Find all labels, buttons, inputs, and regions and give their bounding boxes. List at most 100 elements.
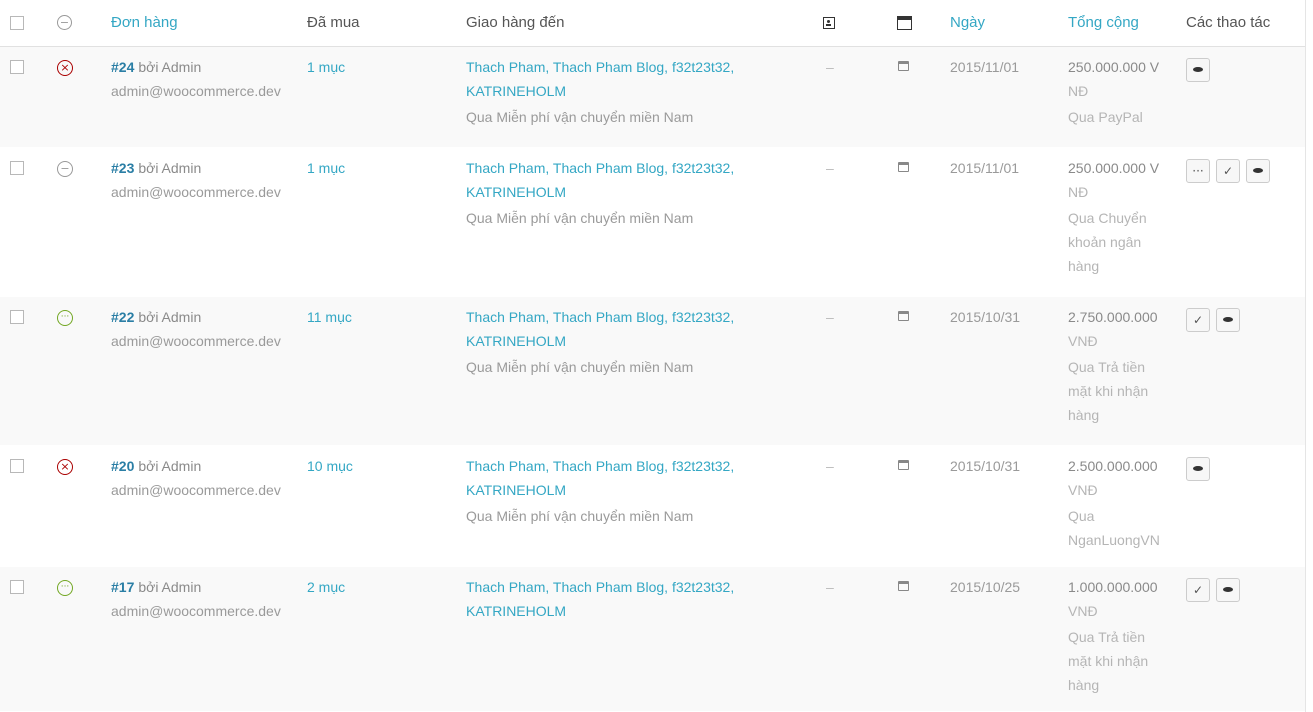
row-checkbox[interactable]: [10, 60, 24, 74]
row-checkbox[interactable]: [10, 580, 24, 594]
order-by: bởi Admin: [138, 579, 202, 595]
view-order-button[interactable]: [1186, 457, 1210, 481]
complete-order-button[interactable]: ✓: [1186, 308, 1210, 332]
eye-icon: [1193, 466, 1203, 471]
ship-address-line1[interactable]: Thach Pham, Thach Pham Blog, f32t23t32,: [466, 305, 734, 329]
shipping-method: Qua Miễn phí vận chuyển miền Nam: [466, 109, 694, 125]
eye-icon: [1193, 67, 1203, 72]
customer-email[interactable]: admin@woocommerce.dev: [111, 79, 281, 103]
customer-message-icon: [823, 17, 835, 29]
order-by: bởi Admin: [138, 309, 202, 325]
order-link[interactable]: #23: [111, 160, 134, 176]
header-order[interactable]: Đơn hàng: [111, 14, 178, 31]
table-row[interactable]: × #24 bởi Admin admin@woocommerce.dev 1 mục T…: [0, 47, 1305, 148]
customer-email[interactable]: admin@woocommerce.dev: [111, 478, 281, 502]
order-note-icon: [898, 311, 909, 321]
payment-method: hàng: [1068, 677, 1100, 693]
shipping-method: Qua Miễn phí vận chuyển miền Nam: [466, 359, 694, 375]
table-row[interactable]: × #20 bởi Admin admin@woocommerce.dev 10 mục…: [0, 446, 1305, 567]
order-by: bởi Admin: [138, 458, 202, 474]
row-checkbox[interactable]: [10, 161, 24, 175]
processing-order-button[interactable]: ···: [1186, 159, 1210, 183]
order-date: 2015/11/01: [950, 160, 1020, 176]
order-date: 2015/10/31: [950, 309, 1021, 325]
order-note-icon: [898, 460, 909, 470]
orders-table: − Đơn hàng Đã mua Giao hàng đến Ngày Tổn…: [0, 0, 1306, 712]
view-order-button[interactable]: [1216, 308, 1240, 332]
view-order-button[interactable]: [1216, 578, 1240, 602]
customer-email[interactable]: admin@woocommerce.dev: [111, 599, 281, 623]
payment-method: hàng: [1068, 407, 1100, 423]
ship-address-line1[interactable]: Thach Pham, Thach Pham Blog, f32t23t32,: [466, 156, 734, 180]
customer-email[interactable]: admin@woocommerce.dev: [111, 180, 281, 204]
cancelled-status-icon: ×: [57, 459, 73, 475]
check-icon: ✓: [1192, 583, 1204, 597]
header-total[interactable]: Tổng cộng: [1068, 14, 1139, 31]
ship-address-line1[interactable]: Thach Pham, Thach Pham Blog, f32t23t32,: [466, 575, 734, 599]
order-by: bởi Admin: [138, 59, 202, 75]
payment-method: Qua Trả tiền: [1068, 629, 1146, 645]
select-all-checkbox[interactable]: [10, 16, 24, 30]
processing-status-icon: ···: [57, 310, 73, 326]
order-date: 2015/10/25: [950, 579, 1021, 595]
header-date[interactable]: Ngày: [950, 14, 985, 31]
table-row[interactable]: ··· #17 bởi Admin admin@woocommerce.dev 2 mụ…: [0, 567, 1305, 712]
ship-address-line1[interactable]: Thach Pham, Thach Pham Blog, f32t23t32,: [466, 454, 734, 478]
header-actions: Các thao tác: [1186, 14, 1271, 31]
eye-icon: [1223, 587, 1233, 592]
ship-address-line2[interactable]: KATRINEHOLM: [466, 180, 566, 204]
complete-order-button[interactable]: ✓: [1216, 159, 1240, 183]
table-header: − Đơn hàng Đã mua Giao hàng đến Ngày Tổn…: [0, 0, 1305, 47]
items-purchased[interactable]: 10 mục: [307, 454, 353, 478]
payment-method: Qua Chuyển: [1068, 210, 1147, 226]
items-purchased[interactable]: 11 mục: [307, 305, 352, 329]
check-icon: ✓: [1192, 313, 1204, 327]
row-checkbox[interactable]: [10, 459, 24, 473]
order-total: VNĐ: [1068, 482, 1098, 498]
order-title: #24 bởi Admin: [111, 55, 201, 79]
items-purchased[interactable]: 2 mục: [307, 575, 345, 599]
payment-method: mặt khi nhận: [1068, 653, 1149, 669]
customer-email[interactable]: admin@woocommerce.dev: [111, 329, 281, 353]
ship-address-line1[interactable]: Thach Pham, Thach Pham Blog, f32t23t32,: [466, 55, 734, 79]
order-notes-icon: [897, 16, 912, 30]
shipping-method: Qua Miễn phí vận chuyển miền Nam: [466, 508, 694, 524]
view-order-button[interactable]: [1186, 58, 1210, 82]
orders-list: × #24 bởi Admin admin@woocommerce.dev 1 mục T…: [0, 47, 1305, 712]
order-total: 250.000.000 V: [1068, 59, 1160, 75]
eye-icon: [1253, 168, 1263, 173]
customer-message: –: [826, 59, 834, 75]
payment-method: hàng: [1068, 258, 1100, 274]
header-purchased: Đã mua: [307, 14, 360, 31]
order-total: VNĐ: [1068, 333, 1098, 349]
customer-message: –: [826, 309, 834, 325]
shipping-method: Qua Miễn phí vận chuyển miền Nam: [466, 210, 694, 226]
row-checkbox[interactable]: [10, 310, 24, 324]
complete-order-button[interactable]: ✓: [1186, 578, 1210, 602]
customer-message: –: [826, 579, 834, 595]
order-title: #20 bởi Admin: [111, 454, 201, 478]
ship-address-line2[interactable]: KATRINEHOLM: [466, 478, 566, 502]
payment-method: khoản ngân: [1068, 234, 1142, 250]
ship-address-line2[interactable]: KATRINEHOLM: [466, 329, 566, 353]
table-row[interactable]: − #23 bởi Admin admin@woocommerce.dev 1 mục T…: [0, 148, 1305, 297]
order-link[interactable]: #22: [111, 309, 134, 325]
order-link[interactable]: #17: [111, 579, 134, 595]
cancelled-status-icon: ×: [57, 60, 73, 76]
view-order-button[interactable]: [1246, 159, 1270, 183]
order-link[interactable]: #24: [111, 59, 134, 75]
ship-address-line2[interactable]: KATRINEHOLM: [466, 599, 566, 623]
ellipsis-icon: ···: [1192, 164, 1204, 178]
items-purchased[interactable]: 1 mục: [307, 55, 345, 79]
header-ship-to: Giao hàng đến: [466, 14, 565, 31]
order-total: NĐ: [1068, 83, 1089, 99]
order-total: 2.500.000.000: [1068, 458, 1158, 474]
order-date: 2015/10/31: [950, 458, 1021, 474]
order-note-icon: [898, 61, 909, 71]
payment-method: mặt khi nhận: [1068, 383, 1149, 399]
order-status-header-icon[interactable]: −: [57, 15, 72, 30]
order-link[interactable]: #20: [111, 458, 134, 474]
table-row[interactable]: ··· #22 bởi Admin admin@woocommerce.dev 11 m…: [0, 297, 1305, 446]
ship-address-line2[interactable]: KATRINEHOLM: [466, 79, 566, 103]
items-purchased[interactable]: 1 mục: [307, 156, 345, 180]
